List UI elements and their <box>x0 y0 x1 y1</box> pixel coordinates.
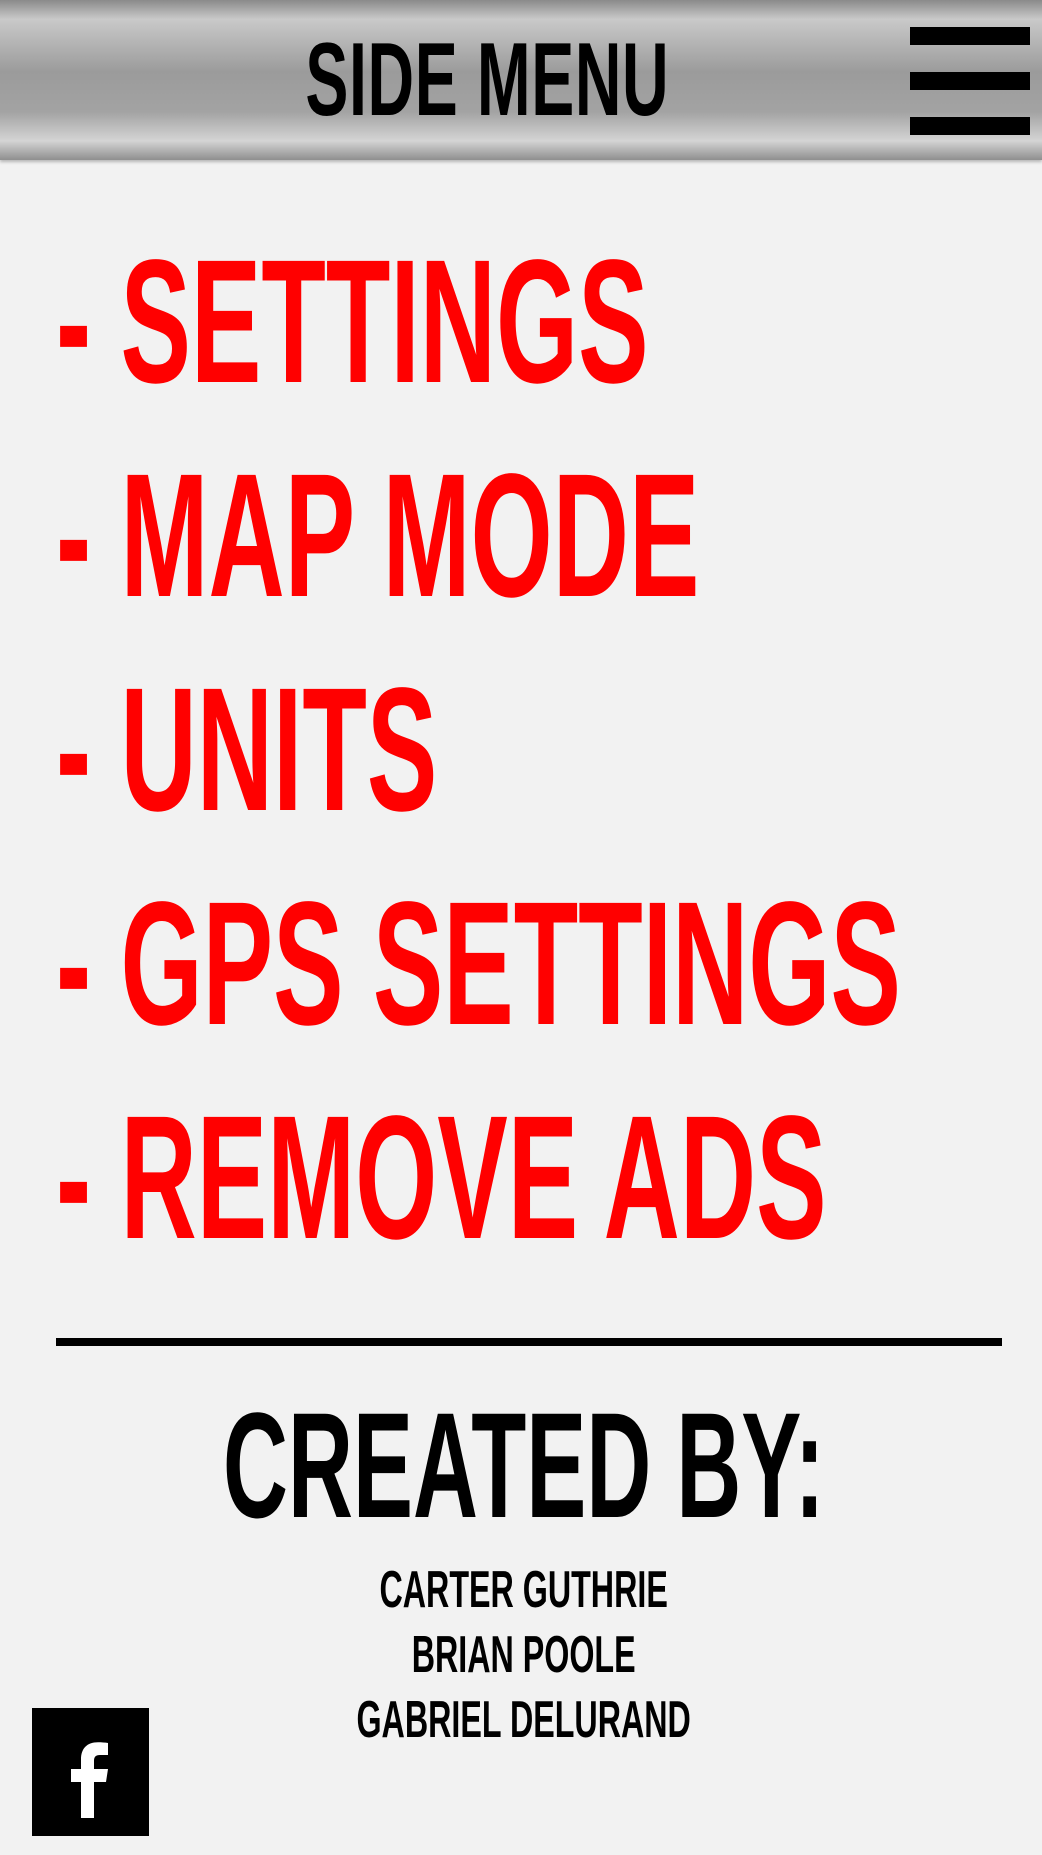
menu-item-label: - SETTINGS <box>56 224 649 420</box>
credit-name: BRIAN POOLE <box>411 1626 636 1684</box>
page-title: SIDE MENU <box>305 22 670 138</box>
menu-item-map-mode[interactable]: - MAP MODE <box>56 446 1016 626</box>
hamburger-menu-button[interactable] <box>910 27 1030 135</box>
header-bar: SIDE MENU <box>0 0 1042 160</box>
menu-item-label: - REMOVE ADS <box>56 1080 827 1276</box>
hamburger-icon-bar <box>910 117 1030 135</box>
credits-heading: CREATED BY: <box>222 1381 825 1549</box>
hamburger-icon <box>910 27 1030 45</box>
menu-item-gps-settings[interactable]: - GPS SETTINGS <box>56 874 1016 1054</box>
credit-name: CARTER GUTHRIE <box>379 1561 668 1619</box>
menu-item-units[interactable]: - UNITS <box>56 660 1016 840</box>
menu-item-label: - UNITS <box>56 652 438 848</box>
menu-item-label: - GPS SETTINGS <box>56 866 901 1062</box>
menu-item-remove-ads[interactable]: - REMOVE ADS <box>56 1088 1016 1268</box>
divider <box>56 1338 1002 1346</box>
credit-name: GABRIEL DELURAND <box>356 1691 691 1749</box>
menu-item-settings[interactable]: - SETTINGS <box>56 232 1016 412</box>
menu-item-label: - MAP MODE <box>56 438 700 634</box>
hamburger-icon-bar <box>910 72 1030 90</box>
facebook-button[interactable] <box>32 1708 149 1836</box>
facebook-icon <box>71 1742 108 1818</box>
